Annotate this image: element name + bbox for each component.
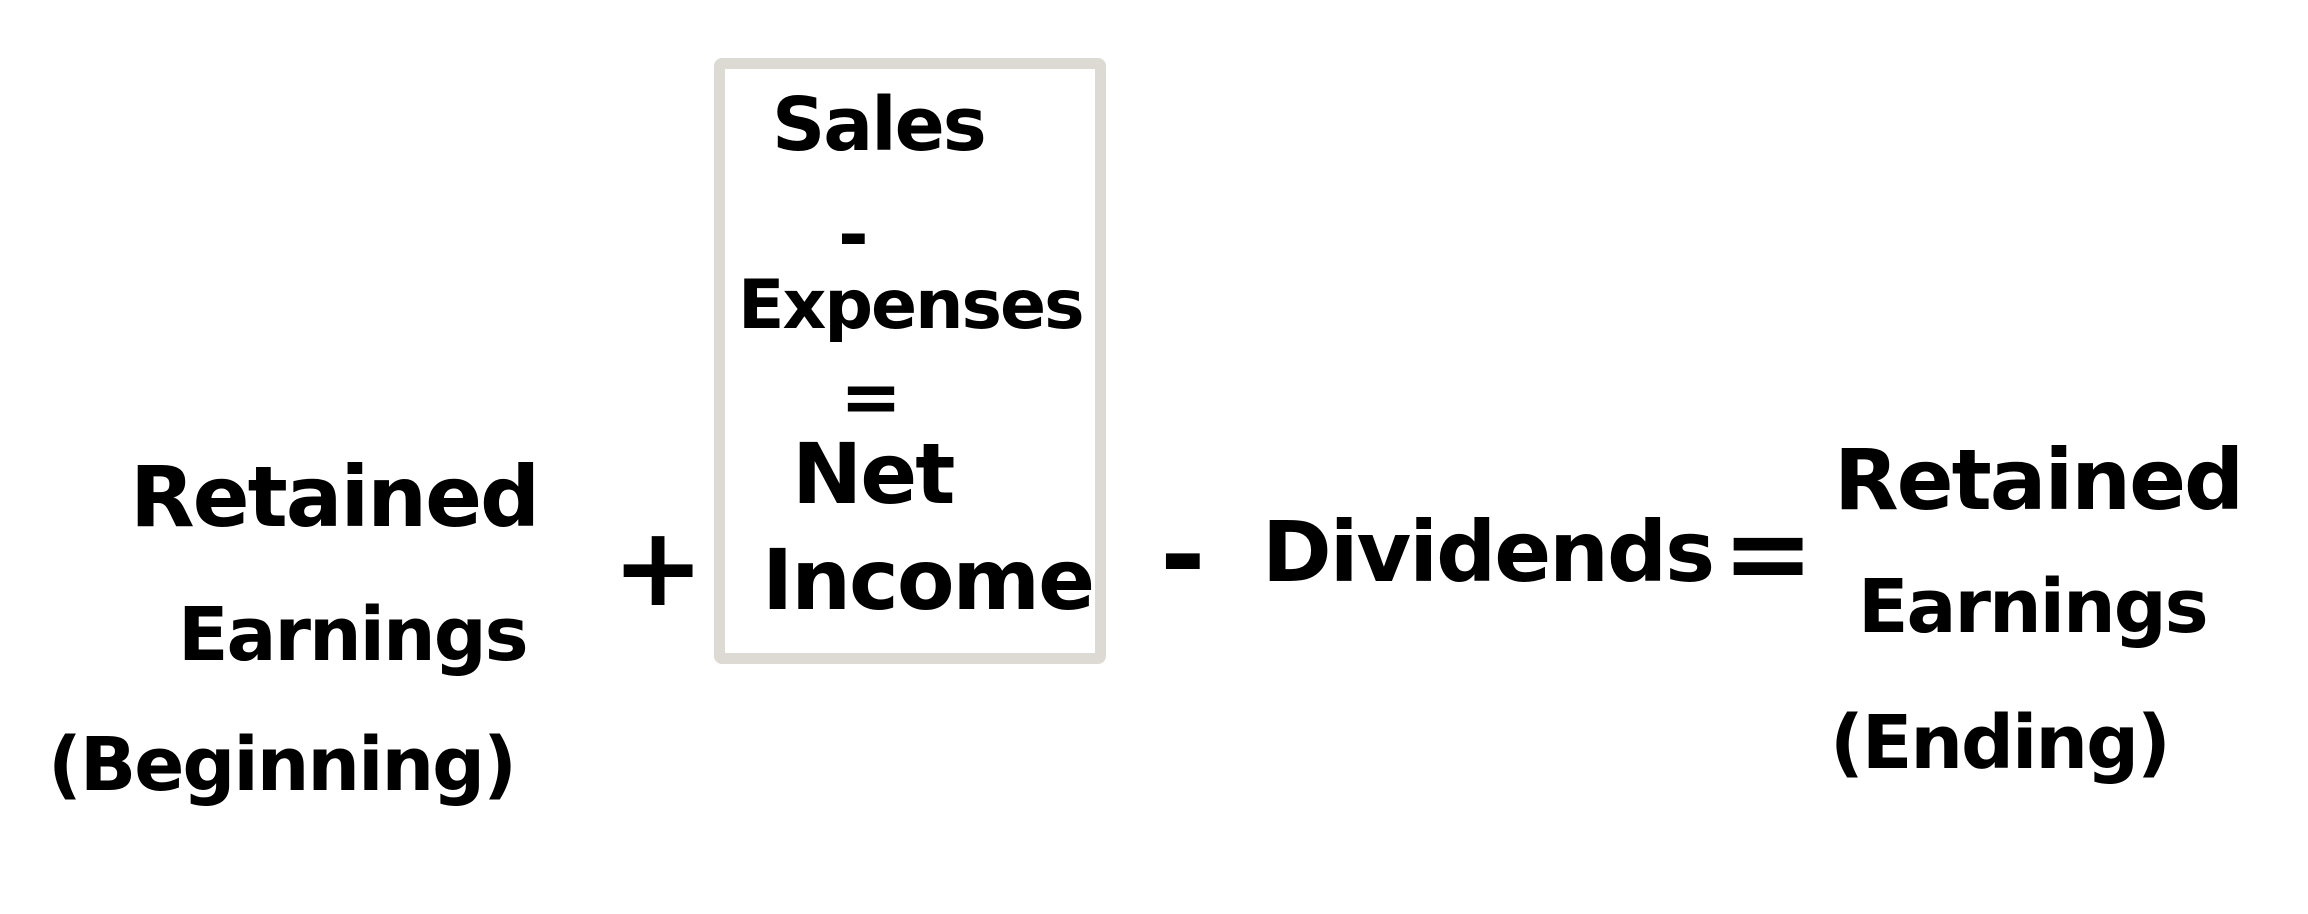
ending-line-1: Retained (1834, 431, 2244, 529)
net-label: Net (792, 425, 955, 523)
ending-line-3: (Ending) (1830, 700, 2171, 786)
equals-sign: = (840, 354, 902, 440)
beginning-line-1: Retained (130, 448, 540, 546)
minus-sign: - (838, 192, 869, 278)
minus-operator: - (1160, 491, 1206, 619)
dividends-label: Dividends (1262, 503, 1715, 601)
plus-operator: + (612, 503, 705, 631)
beginning-line-3: (Beginning) (48, 722, 517, 808)
expenses-label: Expenses (738, 266, 1085, 345)
ending-line-2: Earnings (1858, 564, 2209, 650)
sales-label: Sales (772, 82, 987, 168)
equals-operator: = (1722, 489, 1815, 617)
beginning-line-2: Earnings (178, 592, 529, 678)
income-label: Income (762, 531, 1095, 629)
